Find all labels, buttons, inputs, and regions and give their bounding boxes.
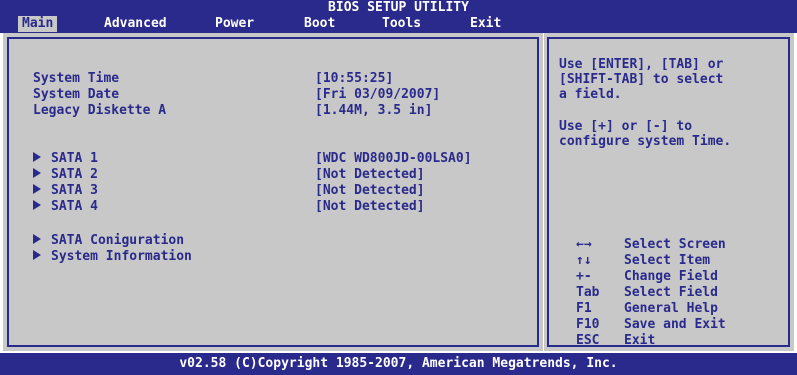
left-right-arrows-icon: ←→ — [576, 237, 592, 252]
key-desc: Select Field — [624, 285, 718, 300]
help-text-select: Use [ENTER], [TAB] or [SHIFT-TAB] to sel… — [559, 57, 724, 102]
key-legend-row: ↑↓ Select Item — [576, 253, 726, 269]
submenu-arrow-icon — [33, 200, 41, 210]
menu-boot[interactable]: Boot — [300, 16, 339, 32]
help-panel-border: Use [ENTER], [TAB] or [SHIFT-TAB] to sel… — [547, 37, 790, 349]
bios-screen: BIOS SETUP UTILITY Main Advanced Power B… — [0, 0, 797, 375]
sata3-item[interactable]: SATA 3 — [33, 183, 98, 198]
copyright-footer: v02.58 (C)Copyright 1985-2007, American … — [0, 353, 797, 375]
menu-exit[interactable]: Exit — [466, 16, 505, 32]
sata2-value: [Not Detected] — [315, 167, 425, 182]
key-name: F1 — [576, 301, 592, 316]
key-desc: Exit — [624, 333, 656, 348]
legacy-diskette-value[interactable]: [1.44M, 3.5 in] — [315, 103, 432, 118]
menu-main[interactable]: Main — [18, 16, 58, 32]
system-date-label[interactable]: System Date — [33, 87, 119, 102]
menu-advanced[interactable]: Advanced — [100, 16, 171, 32]
key-name: +- — [576, 269, 592, 284]
sata3-value: [Not Detected] — [315, 183, 425, 198]
key-legend-row: F10 Save and Exit — [576, 317, 726, 333]
help-panel: Use [ENTER], [TAB] or [SHIFT-TAB] to sel… — [544, 33, 794, 351]
key-legend-row: ESC Exit — [576, 333, 726, 349]
window-title: BIOS SETUP UTILITY — [328, 0, 469, 15]
key-desc: Save and Exit — [624, 317, 726, 332]
key-desc: General Help — [624, 301, 718, 316]
system-information-item[interactable]: System Information — [33, 249, 192, 264]
sata4-label: SATA 4 — [51, 199, 98, 214]
sata-configuration-item[interactable]: SATA Coniguration — [33, 233, 184, 248]
key-legend-row: +- Change Field — [576, 269, 726, 285]
system-date-value[interactable]: [Fri 03/09/2007] — [315, 87, 440, 102]
key-name: ESC — [576, 333, 600, 348]
key-desc: Select Item — [624, 253, 711, 268]
key-name: Tab — [576, 285, 600, 300]
system-time-label[interactable]: System Time — [33, 71, 119, 86]
sata4-item[interactable]: SATA 4 — [33, 199, 98, 214]
sata1-item[interactable]: SATA 1 — [33, 151, 98, 166]
key-legend-row: Tab Select Field — [576, 285, 726, 301]
submenu-arrow-icon — [33, 234, 41, 244]
key-legend-row: F1 General Help — [576, 301, 726, 317]
system-time-value[interactable]: [10:55:25] — [315, 71, 393, 86]
sata-configuration-label: SATA Coniguration — [51, 233, 185, 248]
submenu-arrow-icon — [33, 152, 41, 162]
system-information-label: System Information — [51, 249, 192, 264]
help-text-config: Use [+] or [-] to configure system Time. — [559, 119, 732, 149]
legacy-diskette-label[interactable]: Legacy Diskette A — [33, 103, 166, 118]
up-down-arrows-icon: ↑↓ — [576, 253, 592, 268]
top-bar: BIOS SETUP UTILITY Main Advanced Power B… — [0, 0, 797, 33]
key-legend: ←→ Select Screen ↑↓ Select Item +- Change F… — [576, 237, 726, 349]
key-desc: Select Screen — [624, 237, 726, 252]
sata1-label: SATA 1 — [51, 151, 98, 166]
main-panel-border: System Time [10:55:25] System Date [Fri … — [7, 37, 539, 347]
key-legend-row: ←→ Select Screen — [576, 237, 726, 253]
submenu-arrow-icon — [33, 168, 41, 178]
key-desc: Change Field — [624, 269, 718, 284]
sata4-value: [Not Detected] — [315, 199, 425, 214]
sata2-item[interactable]: SATA 2 — [33, 167, 98, 182]
menu-power[interactable]: Power — [211, 16, 258, 32]
sata1-value: [WDC WD800JD-00LSA0] — [315, 151, 472, 166]
sata3-label: SATA 3 — [51, 183, 98, 198]
main-panel: System Time [10:55:25] System Date [Fri … — [3, 33, 543, 351]
submenu-arrow-icon — [33, 184, 41, 194]
menu-tools[interactable]: Tools — [378, 16, 425, 32]
key-name: F10 — [576, 317, 600, 332]
sata2-label: SATA 2 — [51, 167, 98, 182]
submenu-arrow-icon — [33, 250, 41, 260]
